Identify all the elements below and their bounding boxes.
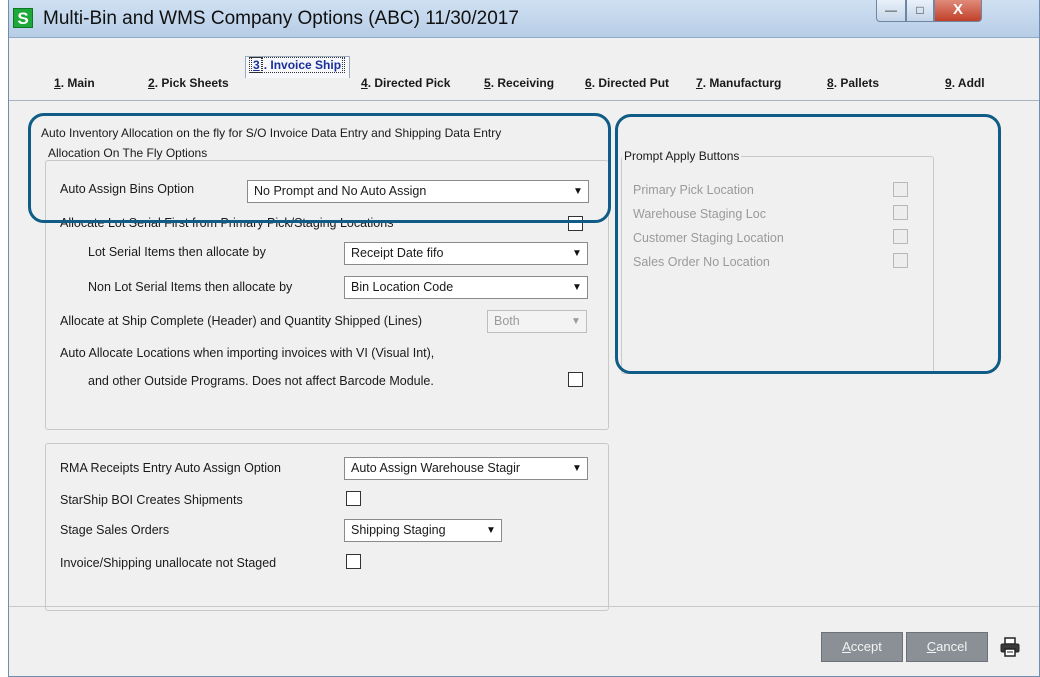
- rma-select[interactable]: Auto Assign Warehouse Stagir ▼: [344, 457, 588, 480]
- tab-divider: [9, 100, 1039, 101]
- title-bar: S Multi-Bin and WMS Company Options (ABC…: [9, 0, 1039, 38]
- app-icon: S: [13, 8, 33, 28]
- maximize-button[interactable]: □: [906, 0, 934, 22]
- lot-serial-label: Lot Serial Items then allocate by: [88, 245, 266, 259]
- lot-serial-select[interactable]: Receipt Date fifo ▼: [344, 242, 588, 265]
- tab-directed-put[interactable]: 6. Directed Put: [585, 76, 669, 90]
- starship-checkbox[interactable]: [346, 491, 361, 506]
- unallocate-label: Invoice/Shipping unallocate not Staged: [60, 556, 277, 570]
- window-title: Multi-Bin and WMS Company Options (ABC) …: [43, 8, 519, 29]
- ship-complete-select[interactable]: Both ▼: [487, 310, 587, 333]
- highlight-box-auto-assign: [28, 113, 611, 223]
- footer-divider: [9, 606, 1039, 607]
- cancel-button[interactable]: Cancel: [906, 632, 988, 662]
- printer-icon[interactable]: [999, 636, 1021, 658]
- non-lot-select[interactable]: Bin Location Code ▼: [344, 276, 588, 299]
- accept-button[interactable]: Accept: [821, 632, 903, 662]
- starship-label: StarShip BOI Creates Shipments: [60, 493, 243, 507]
- tab-addl[interactable]: 9. Addl: [945, 76, 985, 90]
- auto-allocate-label-line1: Auto Allocate Locations when importing i…: [60, 346, 435, 360]
- chevron-down-icon: ▼: [567, 458, 587, 479]
- tab-strip: 1. Main 2. Pick Sheets 3. Invoice Ship 4…: [9, 44, 1039, 90]
- tab-pallets[interactable]: 8. Pallets: [827, 76, 879, 90]
- tab-pick-sheets[interactable]: 2. Pick Sheets: [148, 76, 229, 90]
- highlight-box-prompt-apply: [615, 114, 1001, 374]
- stage-select[interactable]: Shipping Staging ▼: [344, 519, 502, 542]
- tab-invoice-ship[interactable]: 3. Invoice Ship: [245, 56, 351, 78]
- rma-label: RMA Receipts Entry Auto Assign Option: [60, 461, 281, 475]
- minimize-button[interactable]: —: [876, 0, 906, 22]
- chevron-down-icon: ▼: [566, 311, 586, 332]
- tab-directed-pick[interactable]: 4. Directed Pick: [361, 76, 450, 90]
- tab-manufacturing[interactable]: 7. Manufacturg: [696, 76, 781, 90]
- stage-label: Stage Sales Orders: [60, 523, 170, 537]
- chevron-down-icon: ▼: [567, 243, 587, 264]
- auto-allocate-checkbox[interactable]: [568, 372, 583, 387]
- ship-complete-label: Allocate at Ship Complete (Header) and Q…: [60, 314, 423, 328]
- non-lot-label: Non Lot Serial Items then allocate by: [88, 280, 293, 294]
- chevron-down-icon: ▼: [567, 277, 587, 298]
- options-window: S Multi-Bin and WMS Company Options (ABC…: [8, 0, 1040, 677]
- unallocate-checkbox[interactable]: [346, 554, 361, 569]
- chevron-down-icon: ▼: [481, 520, 501, 541]
- tab-receiving[interactable]: 5. Receiving: [484, 76, 554, 90]
- tab-main[interactable]: 1. Main: [54, 76, 95, 90]
- close-button[interactable]: X: [934, 0, 982, 22]
- auto-allocate-label-line2: and other Outside Programs. Does not aff…: [88, 374, 434, 388]
